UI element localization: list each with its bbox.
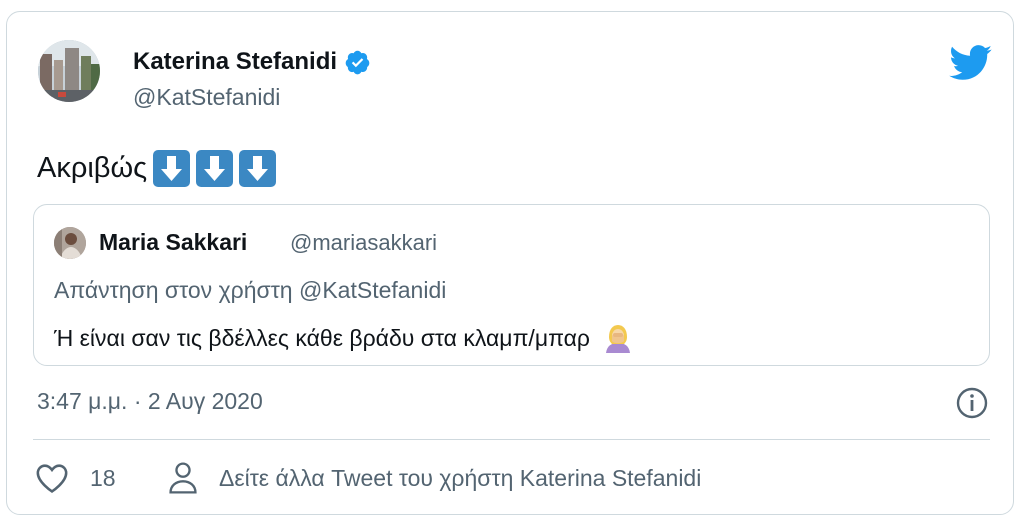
quoted-tweet-body: Ή είναι σαν τις βδέλλες κάθε βράδυ στα κ… [54, 323, 632, 353]
tweet-card[interactable]: Katerina Stefanidi @KatStefanidi Ακριβώς [6, 11, 1014, 515]
tweet-text: Ακριβώς [37, 152, 148, 184]
author-name[interactable]: Katerina Stefanidi [133, 48, 371, 76]
quoted-tweet-text: Ή είναι σαν τις βδέλλες κάθε βράδυ στα κ… [54, 324, 590, 351]
divider [33, 439, 990, 440]
tweet-body: Ακριβώς [37, 150, 277, 187]
heart-icon[interactable] [35, 462, 69, 494]
author-avatar[interactable] [38, 40, 100, 102]
down-arrow-emoji-icon [153, 150, 191, 187]
down-arrow-emoji-icon [196, 150, 234, 187]
tweet-timestamp[interactable]: 3:47 μ.μ. · 2 Αυγ 2020 [37, 388, 263, 415]
quoted-author-name[interactable]: Maria Sakkari [99, 229, 247, 256]
woman-facepalming-emoji-icon [604, 323, 632, 353]
see-more-tweets-link[interactable]: Δείτε άλλα Tweet του χρήστη Katerina Ste… [219, 465, 701, 492]
twitter-bird-icon[interactable] [949, 45, 993, 81]
down-arrow-emoji-icon [239, 150, 277, 187]
person-icon[interactable] [167, 461, 199, 495]
author-handle[interactable]: @KatStefanidi [133, 84, 280, 111]
quoted-author-handle[interactable]: @mariasakkari [290, 230, 437, 256]
quoted-tweet[interactable]: Maria Sakkari @mariasakkari Απάντηση στο… [33, 204, 990, 366]
like-count[interactable]: 18 [90, 465, 116, 492]
verified-badge-icon [344, 49, 371, 76]
author-name-text: Katerina Stefanidi [133, 48, 338, 75]
reply-to-label: Απάντηση στον χρήστη @KatStefanidi [54, 277, 447, 303]
quoted-author-avatar[interactable] [54, 227, 86, 259]
info-icon[interactable] [955, 386, 989, 420]
